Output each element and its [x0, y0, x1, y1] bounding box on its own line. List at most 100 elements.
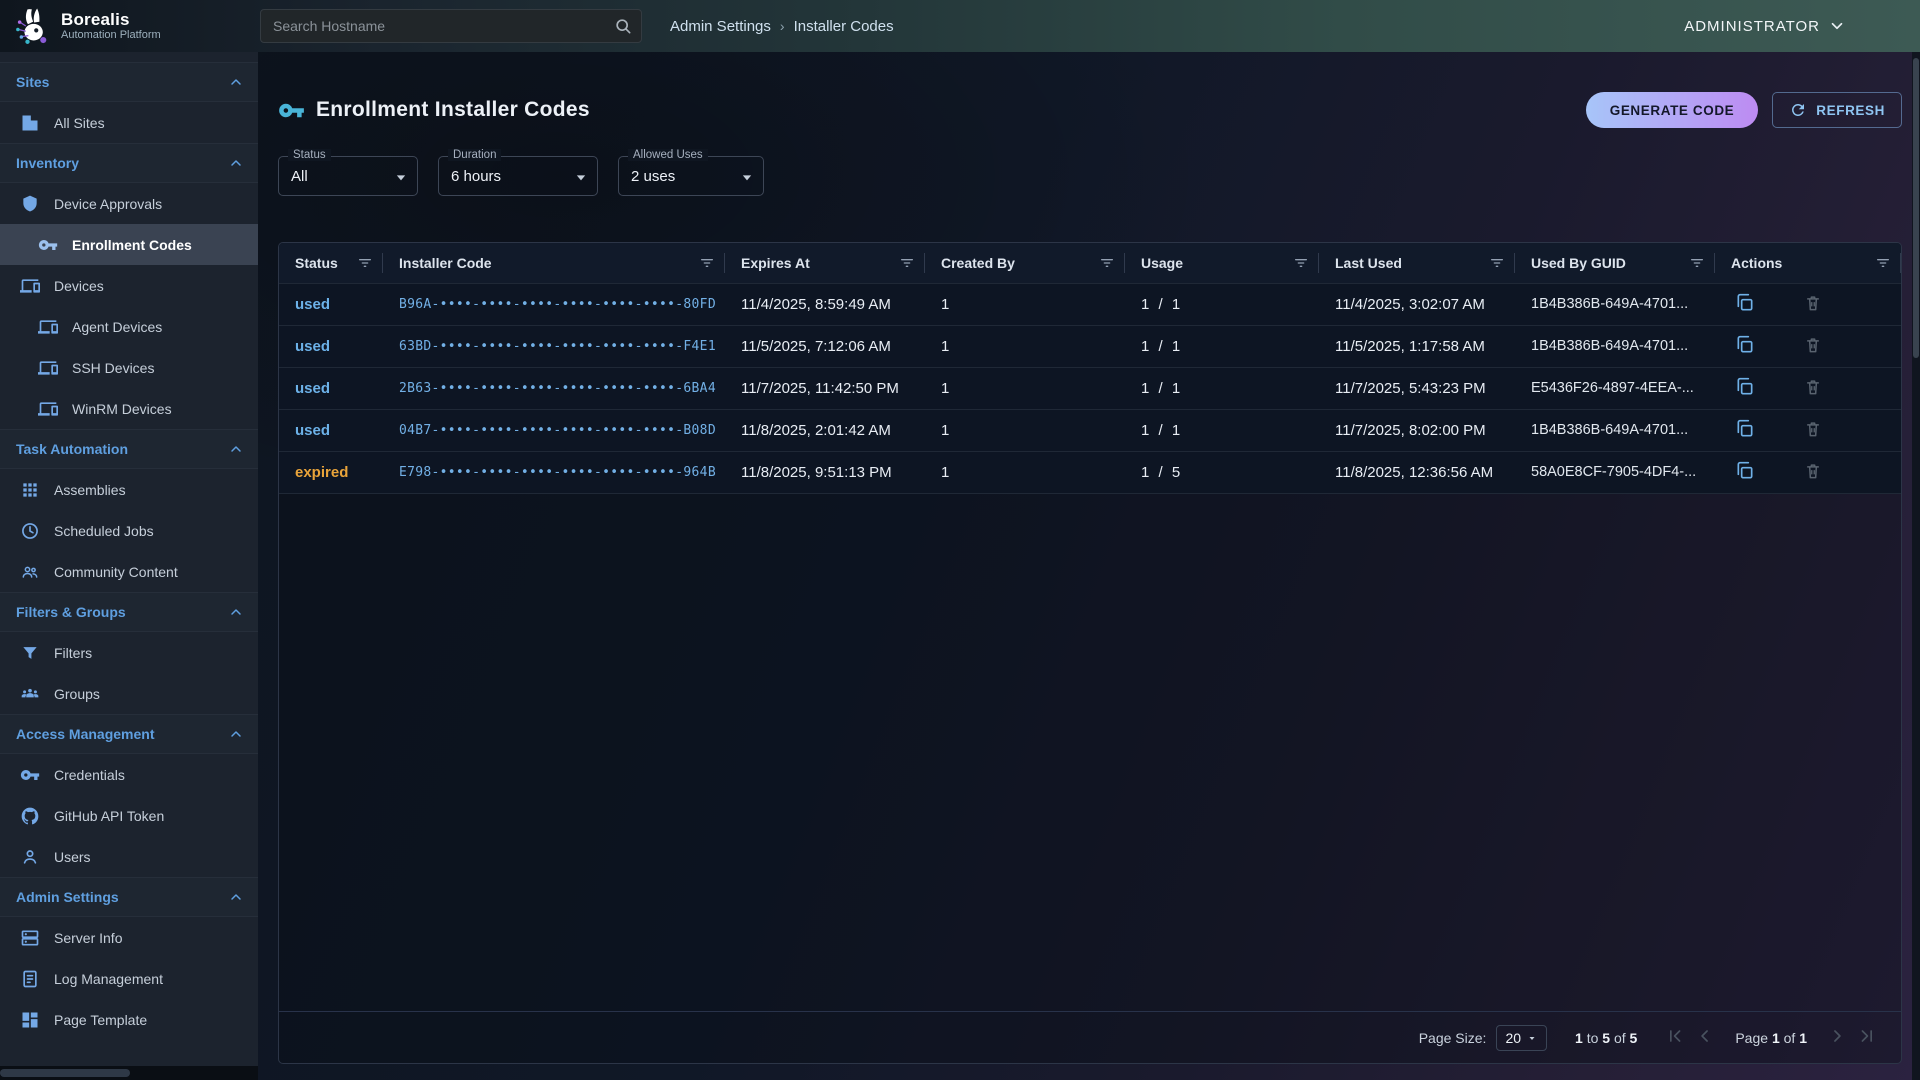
sidebar-item-assemblies[interactable]: Assemblies: [0, 469, 258, 510]
filter-list-icon[interactable]: [1489, 255, 1505, 271]
expires-at-cell: 11/7/2025, 11:42:50 PM: [725, 367, 925, 409]
copy-code-button[interactable]: [1735, 335, 1755, 358]
actions-cell: [1715, 283, 1901, 325]
search-input[interactable]: [260, 9, 642, 43]
key-icon: [38, 235, 58, 255]
installer-code-cell: 04B7-••••-••••-••••-••••-••••-••••-B08D: [383, 409, 725, 451]
sidebar-item-winrm-devices[interactable]: WinRM Devices: [0, 388, 258, 429]
breadcrumb-admin-settings[interactable]: Admin Settings: [670, 18, 771, 35]
grid-icon: [20, 480, 40, 500]
table-row: used 2B63-••••-••••-••••-••••-••••-••••-…: [279, 367, 1901, 409]
user-icon: [20, 847, 40, 867]
delete-code-button[interactable]: [1803, 335, 1823, 358]
sidebar: Sites All Sites Inventory Device Approva…: [0, 52, 258, 1080]
actions-cell: [1715, 325, 1901, 367]
server-icon: [20, 928, 40, 948]
duration-filter-value: 6 hours: [451, 168, 501, 185]
filter-list-icon[interactable]: [699, 255, 715, 271]
status-cell: used: [279, 283, 383, 325]
delete-code-button[interactable]: [1803, 419, 1823, 442]
sidebar-item-scheduled-jobs[interactable]: Scheduled Jobs: [0, 510, 258, 551]
last-page-button[interactable]: [1857, 1026, 1877, 1049]
sidebar-item-credentials[interactable]: Credentials: [0, 754, 258, 795]
duration-filter-select[interactable]: Duration 6 hours: [438, 156, 598, 196]
filter-list-icon[interactable]: [1689, 255, 1705, 271]
sidebar-section-task-automation[interactable]: Task Automation: [0, 429, 258, 469]
page-vertical-scrollbar[interactable]: [1912, 52, 1920, 1080]
sidebar-item-server-info[interactable]: Server Info: [0, 917, 258, 958]
chevron-up-icon: [228, 155, 244, 171]
filter-list-icon[interactable]: [1099, 255, 1115, 271]
filter-list-icon[interactable]: [1875, 255, 1891, 271]
sidebar-item-device-approvals[interactable]: Device Approvals: [0, 183, 258, 224]
last-used-cell: 11/5/2025, 1:17:58 AM: [1319, 325, 1515, 367]
column-header-used-by-guid: Used By GUID: [1515, 243, 1715, 283]
sidebar-item-log-management[interactable]: Log Management: [0, 958, 258, 999]
created-by-cell: 1: [925, 367, 1125, 409]
sidebar-item-agent-devices[interactable]: Agent Devices: [0, 306, 258, 347]
generate-code-button[interactable]: GENERATE CODE: [1586, 92, 1759, 128]
breadcrumb-separator: ›: [780, 18, 785, 34]
key-icon: [278, 97, 305, 124]
delete-code-button[interactable]: [1803, 293, 1823, 316]
devices-icon: [38, 317, 58, 337]
created-by-cell: 1: [925, 325, 1125, 367]
log-icon: [20, 969, 40, 989]
refresh-button[interactable]: REFRESH: [1772, 92, 1902, 128]
sidebar-item-github-api-token[interactable]: GitHub API Token: [0, 795, 258, 836]
user-menu[interactable]: ADMINISTRATOR: [1684, 17, 1846, 35]
chevron-down-icon: [1828, 17, 1846, 35]
filter-list-icon[interactable]: [357, 255, 373, 271]
sidebar-item-devices[interactable]: Devices: [0, 265, 258, 306]
allowed-uses-filter-select[interactable]: Allowed Uses 2 uses: [618, 156, 764, 196]
sidebar-item-ssh-devices[interactable]: SSH Devices: [0, 347, 258, 388]
sidebar-section-admin-settings[interactable]: Admin Settings: [0, 877, 258, 917]
chevron-up-icon: [228, 889, 244, 905]
filter-list-icon[interactable]: [899, 255, 915, 271]
sidebar-item-filters[interactable]: Filters: [0, 632, 258, 673]
copy-code-button[interactable]: [1735, 293, 1755, 316]
sidebar-item-enrollment-codes[interactable]: Enrollment Codes: [0, 224, 258, 265]
community-icon: [20, 562, 40, 582]
delete-code-button[interactable]: [1803, 377, 1823, 400]
sidebar-item-community-content[interactable]: Community Content: [0, 551, 258, 592]
column-header-installer-code: Installer Code: [383, 243, 725, 283]
sidebar-section-filters-groups[interactable]: Filters & Groups: [0, 592, 258, 632]
status-filter-select[interactable]: Status All: [278, 156, 418, 196]
sidebar-item-page-template[interactable]: Page Template: [0, 999, 258, 1040]
copy-code-button[interactable]: [1735, 377, 1755, 400]
delete-code-button[interactable]: [1803, 461, 1823, 484]
brand: Borealis Automation Platform: [0, 5, 258, 47]
sidebar-item-all-sites[interactable]: All Sites: [0, 102, 258, 143]
sidebar-section-access-management[interactable]: Access Management: [0, 714, 258, 754]
sidebar-item-users[interactable]: Users: [0, 836, 258, 877]
usage-cell: 1 / 1: [1125, 283, 1319, 325]
filter-bar: Status All Duration 6 hours Allowed Uses…: [278, 156, 1902, 196]
next-page-button[interactable]: [1827, 1026, 1847, 1049]
allowed-uses-filter-value: 2 uses: [631, 168, 675, 185]
groups-icon: [20, 684, 40, 704]
trash-icon: [1803, 419, 1823, 439]
previous-page-button[interactable]: [1695, 1026, 1715, 1049]
user-menu-label: ADMINISTRATOR: [1684, 18, 1820, 35]
used-by-guid-cell: 1B4B386B-649A-4701...: [1515, 409, 1715, 451]
usage-cell: 1 / 1: [1125, 325, 1319, 367]
sidebar-item-groups[interactable]: Groups: [0, 673, 258, 714]
breadcrumb-installer-codes[interactable]: Installer Codes: [794, 18, 894, 35]
refresh-icon: [1789, 101, 1807, 119]
sidebar-section-inventory[interactable]: Inventory: [0, 143, 258, 183]
scrollbar-thumb[interactable]: [0, 1069, 130, 1077]
hostname-search: [260, 9, 642, 43]
sidebar-horizontal-scrollbar[interactable]: [0, 1066, 258, 1080]
copy-code-button[interactable]: [1735, 419, 1755, 442]
created-by-cell: 1: [925, 451, 1125, 493]
rabbit-logo-icon: [10, 5, 52, 47]
status-filter-label: Status: [288, 149, 331, 161]
filter-list-icon[interactable]: [1293, 255, 1309, 271]
column-header-actions: Actions: [1715, 243, 1901, 283]
page-size-select[interactable]: 20: [1496, 1025, 1547, 1051]
copy-code-button[interactable]: [1735, 461, 1755, 484]
sidebar-section-sites[interactable]: Sites: [0, 62, 258, 102]
scrollbar-thumb[interactable]: [1913, 58, 1919, 358]
first-page-button[interactable]: [1665, 1026, 1685, 1049]
